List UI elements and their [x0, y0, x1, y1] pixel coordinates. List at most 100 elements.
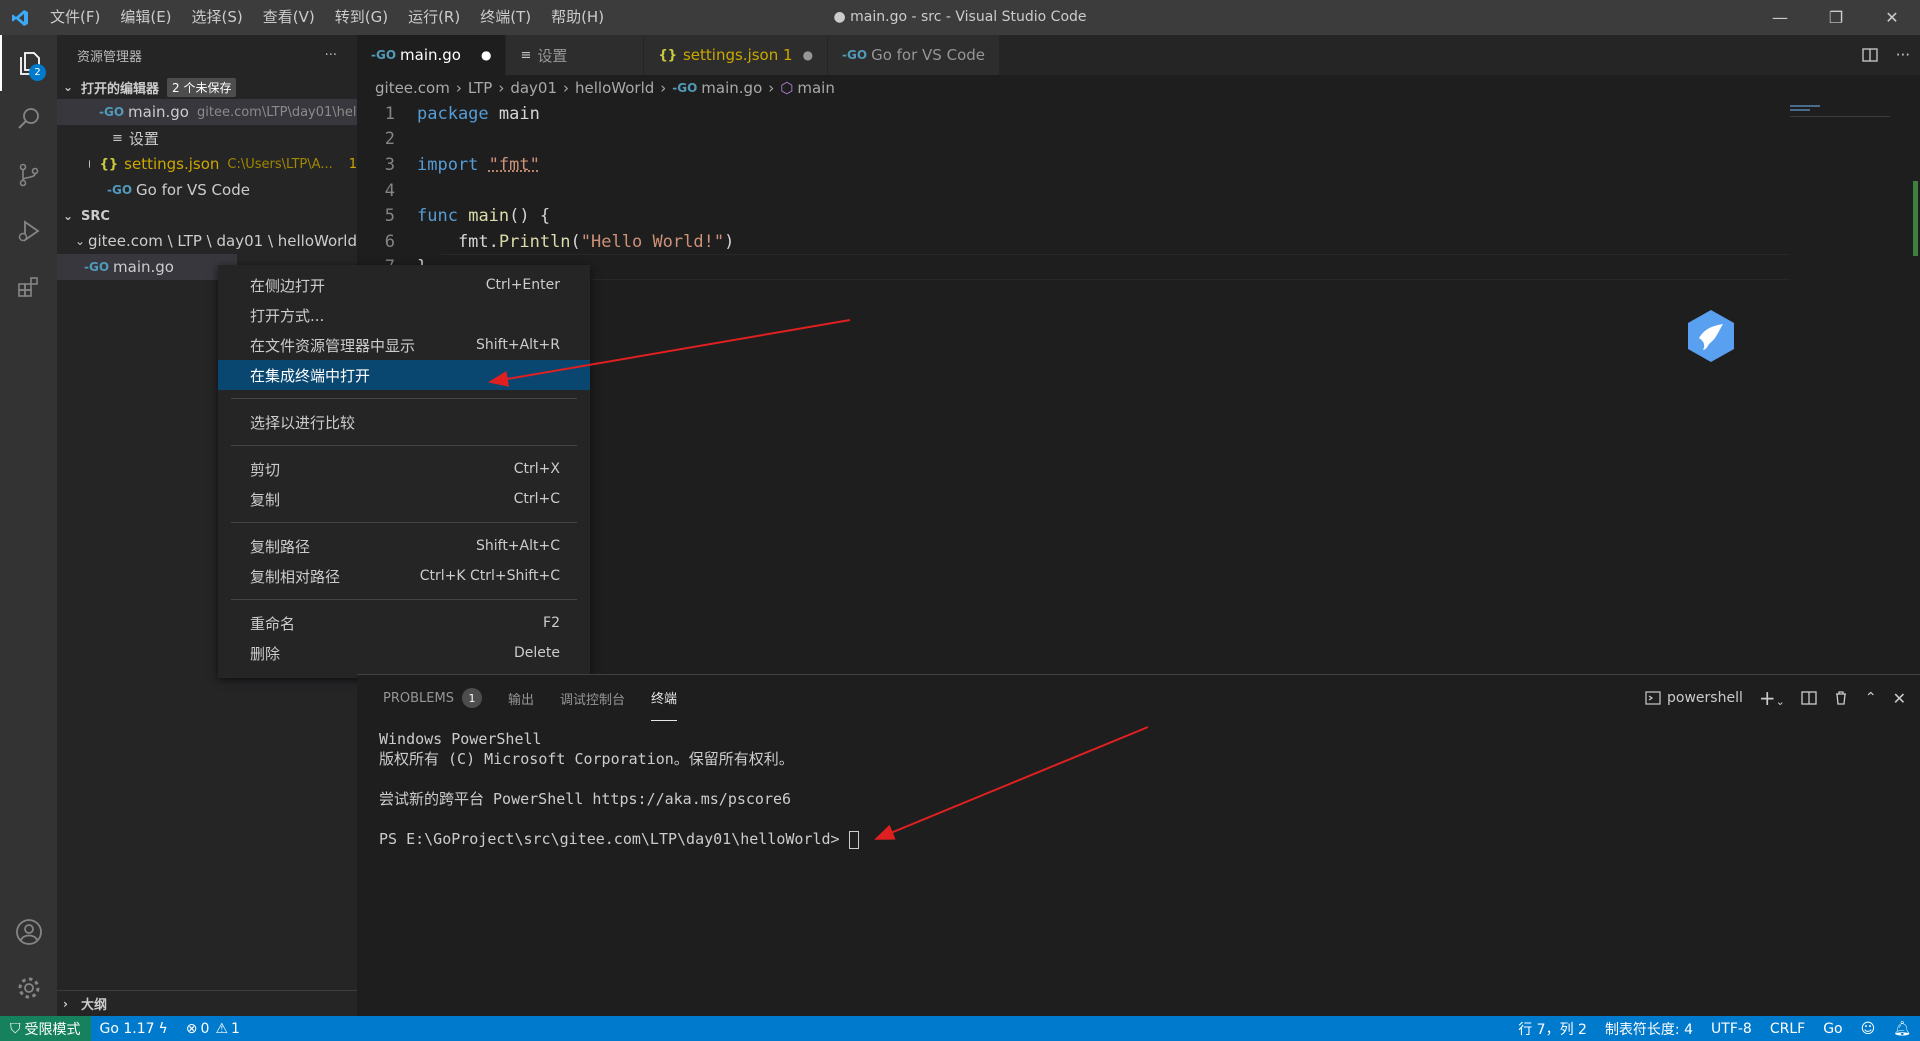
menu-item-copy-relative-path[interactable]: 复制相对路径 Ctrl+K Ctrl+Shift+C: [218, 561, 590, 591]
breadcrumb-item[interactable]: gitee.com: [375, 79, 450, 97]
breadcrumb-item[interactable]: main: [797, 79, 834, 97]
menu-run[interactable]: 运行(R): [398, 0, 470, 35]
open-editor-main-go[interactable]: -GO main.go gitee.com\LTP\day01\hell...: [57, 99, 357, 125]
go-version[interactable]: Go 1.17 ϟ: [91, 1016, 177, 1041]
code-token: main: [488, 103, 540, 124]
menu-item-open-in-terminal[interactable]: 在集成终端中打开: [218, 360, 590, 390]
dirty-dot-icon[interactable]: ●: [803, 48, 813, 62]
context-menu: 在侧边打开 Ctrl+Enter 打开方式... 在文件资源管理器中显示 Shift…: [218, 265, 590, 678]
menu-item-open-with[interactable]: 打开方式...: [218, 300, 590, 330]
breadcrumb-item[interactable]: day01: [510, 79, 557, 97]
menu-help[interactable]: 帮助(H): [541, 0, 614, 35]
terminal-prompt: PS E:\GoProject\src\gitee.com\LTP\day01\…: [379, 830, 849, 848]
search-button[interactable]: [0, 91, 57, 147]
minimize-button[interactable]: —: [1752, 0, 1808, 35]
extensions-button[interactable]: [0, 259, 57, 315]
more-icon[interactable]: ···: [1896, 46, 1910, 64]
open-editor-go-for-vscode[interactable]: -GO Go for VS Code: [57, 177, 357, 203]
line-number: 4: [384, 180, 395, 201]
terminal-selector[interactable]: powershell: [1645, 690, 1743, 706]
menu-item-label: 剪切: [250, 460, 281, 479]
split-terminal-icon[interactable]: [1801, 690, 1817, 706]
cube-icon: ⬡: [780, 79, 794, 97]
folder-hello-world[interactable]: ⌄ gitee.com \ LTP \ day01 \ helloWorld: [57, 228, 357, 254]
outline-header[interactable]: › 大纲: [57, 990, 357, 1016]
editor-tabs: -GO main.go ● ≡ 设置 {} settings.json 1 ● …: [357, 35, 1920, 75]
menu-item-cut[interactable]: 剪切 Ctrl+X: [218, 454, 590, 484]
open-editor-settings[interactable]: ≡ 设置: [57, 125, 357, 151]
run-debug-icon: [18, 220, 40, 242]
gear-icon: [18, 977, 39, 999]
editor-scrollbar[interactable]: [1908, 101, 1920, 674]
menu-item-label: 重命名: [250, 614, 296, 633]
breadcrumb-item[interactable]: helloWorld: [575, 79, 654, 97]
tab-output[interactable]: 输出: [508, 675, 534, 721]
open-editor-settings-json[interactable]: {} settings.json C:\Users\LTP\A... 1: [57, 151, 357, 177]
tab-debug-console[interactable]: 调试控制台: [560, 675, 625, 721]
encoding[interactable]: UTF-8: [1702, 1016, 1761, 1041]
source-control-button[interactable]: [0, 147, 57, 203]
restore-button[interactable]: ❐: [1808, 0, 1864, 35]
menu-go[interactable]: 转到(G): [325, 0, 398, 35]
close-window-button[interactable]: ✕: [1864, 0, 1920, 35]
go-version-label: Go 1.17: [99, 1020, 155, 1037]
title-bar: 文件(F) 编辑(E) 选择(S) 查看(V) 转到(G) 运行(R) 终端(T…: [0, 0, 1920, 35]
tab-settings[interactable]: ≡ 设置: [506, 35, 645, 75]
explorer-button[interactable]: 2: [0, 35, 57, 91]
menu-selection[interactable]: 选择(S): [182, 0, 253, 35]
menu-item-select-for-compare[interactable]: 选择以进行比较: [218, 407, 590, 437]
menu-item-open-to-side[interactable]: 在侧边打开 Ctrl+Enter: [218, 270, 590, 300]
file-main-go[interactable]: -GO main.go: [57, 254, 237, 280]
menu-item-copy[interactable]: 复制 Ctrl+C: [218, 484, 590, 514]
terminal-output[interactable]: Windows PowerShell 版权所有 (C) Microsoft Co…: [357, 721, 1920, 849]
restricted-mode-indicator[interactable]: ⛉ 受限模式: [0, 1016, 91, 1041]
menu-item-delete[interactable]: 删除 Delete: [218, 638, 590, 668]
shell-name: powershell: [1667, 690, 1743, 706]
error-icon: ⊗: [185, 1020, 198, 1037]
line-number: 2: [384, 129, 395, 150]
warning-icon: ⚠: [215, 1020, 229, 1037]
feedback-icon[interactable]: ☺: [1852, 1016, 1885, 1041]
minimap[interactable]: [1790, 103, 1890, 117]
accounts-button[interactable]: [0, 904, 57, 960]
menu-file[interactable]: 文件(F): [40, 0, 110, 35]
new-terminal-button[interactable]: +⌄: [1759, 686, 1785, 710]
tab-settings-json[interactable]: {} settings.json 1 ●: [644, 35, 829, 75]
menu-terminal[interactable]: 终端(T): [470, 0, 541, 35]
menu-item-rename[interactable]: 重命名 F2: [218, 608, 590, 638]
menu-edit[interactable]: 编辑(E): [110, 0, 181, 35]
menu-item-label: 复制相对路径: [250, 567, 341, 586]
close-panel-icon[interactable]: ✕: [1893, 689, 1906, 708]
trash-icon[interactable]: [1833, 690, 1849, 706]
terminal-line: 版权所有 (C) Microsoft Corporation。保留所有权利。: [379, 750, 794, 768]
settings-list-icon: ≡: [112, 130, 123, 146]
open-editors-header[interactable]: ⌄ 打开的编辑器 2 个未保存: [57, 75, 357, 99]
code-editor[interactable]: 1 package main 2 3 import "fmt" 4 5 func ma…: [357, 101, 1920, 674]
more-actions-button[interactable]: ···: [325, 48, 337, 63]
chevron-up-icon[interactable]: ⌃: [1865, 690, 1877, 706]
run-debug-button[interactable]: [0, 203, 57, 259]
open-editor-label: main.go: [128, 103, 189, 121]
cursor-position[interactable]: 行 7，列 2: [1509, 1016, 1596, 1041]
bell-icon[interactable]: 🔔︎: [1884, 1016, 1920, 1041]
tab-size[interactable]: 制表符长度: 4: [1596, 1016, 1702, 1041]
problems-indicator[interactable]: ⊗ 0 ⚠ 1: [177, 1016, 249, 1041]
language-mode[interactable]: Go: [1814, 1016, 1851, 1041]
menu-view[interactable]: 查看(V): [253, 0, 325, 35]
breadcrumb-item[interactable]: main.go: [701, 79, 762, 97]
split-editor-icon[interactable]: [1862, 47, 1878, 63]
explorer-badge: 2: [29, 64, 46, 81]
src-header[interactable]: ⌄ SRC: [57, 204, 357, 228]
dirty-dot-icon[interactable]: ●: [481, 48, 491, 62]
breadcrumb-item[interactable]: LTP: [468, 79, 493, 97]
manage-button[interactable]: [0, 960, 57, 1016]
tab-go-for-vscode[interactable]: -GO Go for VS Code: [828, 35, 1000, 75]
chevron-down-icon: ⌄: [63, 209, 74, 223]
menu-item-reveal-in-explorer[interactable]: 在文件资源管理器中显示 Shift+Alt+R: [218, 330, 590, 360]
tab-main-go[interactable]: -GO main.go ●: [357, 35, 507, 75]
end-of-line[interactable]: CRLF: [1761, 1016, 1814, 1041]
tab-terminal[interactable]: 终端: [650, 675, 677, 721]
tab-problems[interactable]: PROBLEMS 1: [383, 675, 482, 721]
menu-item-copy-path[interactable]: 复制路径 Shift+Alt+C: [218, 531, 590, 561]
